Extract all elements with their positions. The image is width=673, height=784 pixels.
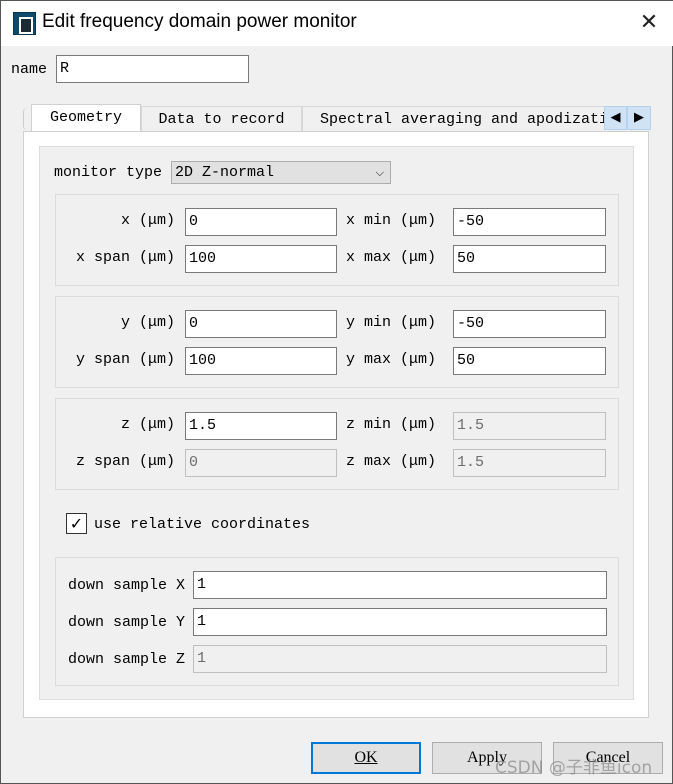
ok-button[interactable]: OK: [311, 742, 421, 774]
window-title: Edit frequency domain power monitor: [42, 11, 357, 32]
y-span-input[interactable]: 100: [185, 347, 337, 375]
watermark: CSDN @子非鱼icon: [495, 758, 653, 778]
z-min-label: z min (μm): [346, 416, 437, 433]
tab-scroll-left-icon[interactable]: ◀: [604, 106, 627, 130]
x-max-label: x max (μm): [346, 249, 437, 266]
y-span-label: y span (μm): [75, 351, 175, 368]
x-span-label: x span (μm): [75, 249, 175, 266]
app-icon: [13, 12, 36, 35]
tab-scroll-edge: [23, 108, 31, 130]
monitor-type-select[interactable]: 2D Z-normal ⌵: [171, 161, 391, 184]
tab-data-to-record[interactable]: Data to record: [141, 106, 302, 132]
x-max-input[interactable]: 50: [453, 245, 606, 273]
downsample-y-label: down sample Y: [68, 614, 186, 631]
x-min-label: x min (μm): [346, 212, 437, 229]
z-span-label: z span (μm): [75, 453, 175, 470]
z-input[interactable]: 1.5: [185, 412, 337, 440]
y-label: y (μm): [120, 314, 175, 331]
x-input[interactable]: 0: [185, 208, 337, 236]
x-min-input[interactable]: -50: [453, 208, 606, 236]
monitor-type-label: monitor type: [54, 164, 163, 181]
chevron-down-icon: ⌵: [375, 166, 384, 179]
tab-spectral-averaging[interactable]: Spectral averaging and apodization: [302, 106, 632, 132]
downsample-y-input[interactable]: 1: [193, 608, 607, 636]
z-label: z (μm): [120, 416, 175, 433]
monitor-type-value: 2D Z-normal: [175, 164, 275, 181]
name-label: name: [11, 61, 48, 78]
downsample-x-input[interactable]: 1: [193, 571, 607, 599]
y-input[interactable]: 0: [185, 310, 337, 338]
relative-coordinates-checkbox[interactable]: ✓: [66, 513, 87, 534]
close-icon[interactable]: ✕: [631, 7, 667, 39]
downsample-z-label: down sample Z: [68, 651, 186, 668]
z-span-input: 0: [185, 449, 337, 477]
tab-scroll-right-icon[interactable]: ▶: [627, 106, 651, 130]
y-max-label: y max (μm): [346, 351, 437, 368]
downsample-x-label: down sample X: [68, 577, 186, 594]
z-max-input: 1.5: [453, 449, 606, 477]
y-min-input[interactable]: -50: [453, 310, 606, 338]
title-bar: Edit frequency domain power monitor ✕: [1, 1, 673, 46]
relative-coordinates-label: use relative coordinates: [94, 516, 311, 533]
downsample-z-input: 1: [193, 645, 607, 673]
name-input[interactable]: R: [56, 55, 249, 83]
x-span-input[interactable]: 100: [185, 245, 337, 273]
y-max-input[interactable]: 50: [453, 347, 606, 375]
z-min-input: 1.5: [453, 412, 606, 440]
x-label: x (μm): [120, 212, 175, 229]
z-max-label: z max (μm): [346, 453, 437, 470]
y-min-label: y min (μm): [346, 314, 437, 331]
tab-geometry[interactable]: Geometry: [31, 104, 141, 132]
